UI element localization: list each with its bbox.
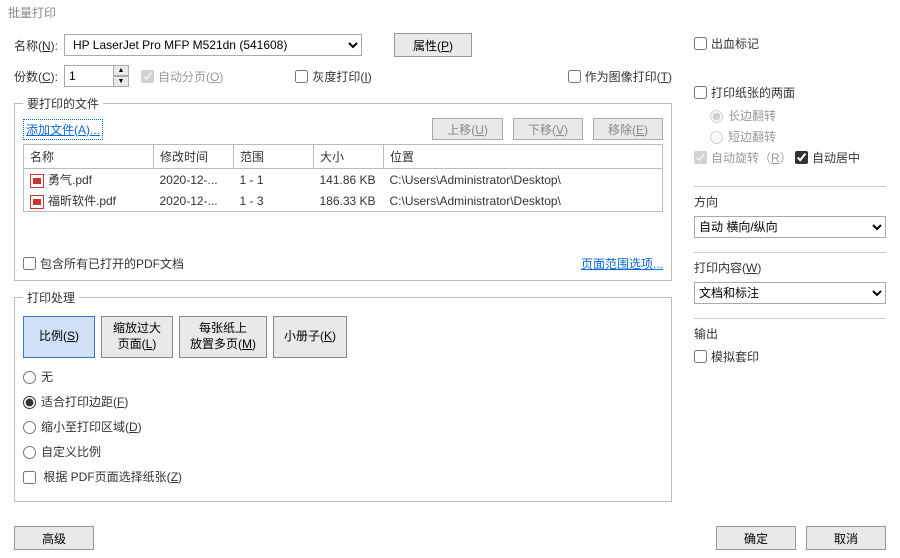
advanced-button[interactable]: 高级	[14, 526, 94, 550]
bleed-checkbox[interactable]	[694, 37, 707, 50]
simulate-checkbox[interactable]	[694, 350, 707, 363]
files-fieldset: 要打印的文件 添加文件(A)... 上移(U) 下移(V) 移除(E) 名称 修…	[14, 95, 672, 281]
range-options-link[interactable]: 页面范围选项...	[581, 255, 663, 272]
col-range[interactable]: 范围	[234, 145, 314, 169]
handling-fieldset: 打印处理 比例(S) 缩放过大页面(L) 每张纸上放置多页(M) 小册子(K) …	[14, 289, 672, 502]
include-open-checkbox[interactable]	[23, 257, 36, 270]
copies-up[interactable]: ▲	[113, 65, 129, 76]
multipage-toggle[interactable]: 每张纸上放置多页(M)	[179, 316, 267, 358]
auto-rotate-checkbox	[694, 151, 707, 164]
content-label: 打印内容(W)	[694, 259, 886, 276]
as-image-checkbox[interactable]	[568, 70, 581, 83]
content-select[interactable]: 文档和标注	[694, 282, 886, 304]
both-sides-checkbox[interactable]	[694, 86, 707, 99]
grayscale-checkbox[interactable]	[295, 70, 308, 83]
col-mod[interactable]: 修改时间	[154, 145, 234, 169]
handling-legend: 打印处理	[23, 289, 79, 306]
copies-input[interactable]	[64, 65, 114, 87]
remove-button[interactable]: 移除(E)	[593, 118, 663, 140]
file-table[interactable]: 名称 修改时间 范围 大小 位置 勇气.pdf 2020-12-... 1 - …	[23, 144, 663, 212]
copies-down[interactable]: ▼	[113, 76, 129, 87]
auto-center-checkbox[interactable]	[795, 151, 808, 164]
scale-toggle[interactable]: 比例(S)	[23, 316, 95, 358]
auto-center-label: 自动居中	[812, 149, 860, 166]
long-edge-radio: 长边翻转	[710, 107, 886, 124]
window-title: 批量打印	[0, 0, 900, 25]
collate-checkbox	[141, 70, 154, 83]
move-up-button[interactable]: 上移(U)	[432, 118, 503, 140]
col-loc[interactable]: 位置	[384, 145, 663, 169]
ok-button[interactable]: 确定	[716, 526, 796, 550]
col-size[interactable]: 大小	[314, 145, 384, 169]
simulate-label: 模拟套印	[711, 348, 759, 365]
both-sides-label: 打印纸张的两面	[711, 84, 795, 101]
radio-custom[interactable]: 自定义比例	[23, 443, 663, 460]
radio-shrink[interactable]: 缩小至打印区域(D)	[23, 418, 663, 435]
auto-rotate-label: 自动旋转（R）	[711, 149, 792, 166]
grayscale-label: 灰度打印(I)	[312, 68, 371, 85]
move-down-button[interactable]: 下移(V)	[513, 118, 583, 140]
col-name[interactable]: 名称	[24, 145, 154, 169]
short-edge-radio: 短边翻转	[710, 128, 886, 145]
printer-name-label: 名称(N):	[14, 37, 58, 54]
printer-select[interactable]: HP LaserJet Pro MFP M521dn (541608)	[64, 34, 362, 56]
include-open-label: 包含所有已打开的PDF文档	[40, 255, 184, 272]
as-image-label: 作为图像打印(T)	[585, 68, 672, 85]
table-row[interactable]: 勇气.pdf 2020-12-... 1 - 1 141.86 KB C:\Us…	[24, 169, 663, 191]
pdf-page-paper-checkbox[interactable]	[23, 471, 36, 484]
output-label: 输出	[694, 325, 886, 342]
shrink-toggle[interactable]: 缩放过大页面(L)	[101, 316, 173, 358]
radio-none[interactable]: 无	[23, 368, 663, 385]
pdf-page-paper-label: 根据 PDF页面选择纸张(Z)	[43, 470, 182, 484]
orientation-label: 方向	[694, 193, 886, 210]
booklet-toggle[interactable]: 小册子(K)	[273, 316, 347, 358]
add-file-button[interactable]: 添加文件(A)...	[23, 119, 103, 140]
radio-fit[interactable]: 适合打印边距(F)	[23, 393, 663, 410]
copies-label: 份数(C):	[14, 68, 58, 85]
pdf-icon	[30, 195, 44, 209]
table-row[interactable]: 福昕软件.pdf 2020-12-... 1 - 3 186.33 KB C:\…	[24, 190, 663, 212]
files-legend: 要打印的文件	[23, 95, 103, 112]
orientation-select[interactable]: 自动 横向/纵向	[694, 216, 886, 238]
cancel-button[interactable]: 取消	[806, 526, 886, 550]
properties-button[interactable]: 属性(P)	[394, 33, 472, 57]
pdf-icon	[30, 174, 44, 188]
bleed-label: 出血标记	[711, 35, 759, 52]
collate-label: 自动分页(O)	[158, 68, 223, 85]
